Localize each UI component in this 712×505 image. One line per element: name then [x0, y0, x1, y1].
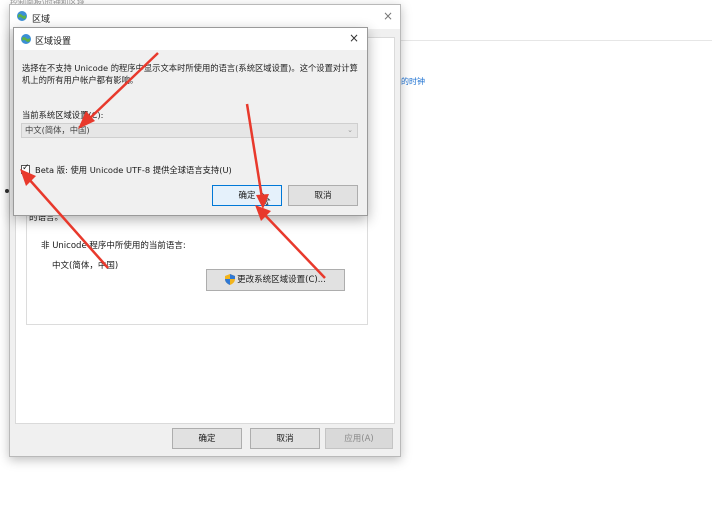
chevron-down-icon: ⌄ [347, 126, 353, 134]
beta-utf8-checkbox[interactable]: ✓ [21, 163, 30, 174]
change-system-locale-label: 更改系统区域设置(C)... [237, 275, 326, 285]
dialog-description: 选择在不支持 Unicode 的程序中显示文本时所使用的语言(系统区域设置)。这… [22, 63, 358, 85]
checkmark-icon: ✓ [22, 163, 30, 173]
cancel-button[interactable]: 取消 [250, 428, 320, 449]
mouse-cursor-icon [261, 192, 271, 206]
beta-utf8-label[interactable]: Beta 版: 使用 Unicode UTF-8 提供全球语言支持(U) [35, 164, 232, 176]
close-icon[interactable]: × [383, 9, 393, 23]
dialog-titlebar: 区域设置 × [14, 28, 367, 50]
globe-region-icon [21, 34, 31, 44]
current-locale-select[interactable]: 中文(简体，中国) ⌄ [21, 123, 358, 138]
dialog-cancel-button[interactable]: 取消 [288, 185, 358, 206]
region-window-title: 区域 [32, 15, 51, 25]
ok-button[interactable]: 确定 [172, 428, 242, 449]
region-settings-dialog: 区域设置 × 选择在不支持 Unicode 的程序中显示文本时所使用的语言(系统… [13, 27, 368, 216]
non-unicode-label: 非 Unicode 程序中所使用的当前语言: [41, 241, 186, 251]
background-divider [400, 40, 712, 41]
close-icon[interactable]: × [349, 31, 359, 45]
region-window-titlebar: 区域 × [10, 5, 400, 29]
apply-button[interactable]: 应用(A) [325, 428, 393, 449]
current-locale-value: 中文(简体，中国) [25, 125, 90, 135]
non-unicode-value: 中文(简体，中国) [52, 261, 119, 271]
dialog-ok-button[interactable]: 确定 [212, 185, 282, 206]
dialog-title: 区域设置 [35, 37, 72, 47]
globe-region-icon [17, 11, 27, 21]
current-locale-label: 当前系统区域设置(C): [22, 110, 104, 120]
background-link[interactable]: 的时钟 [401, 76, 425, 87]
shield-icon [225, 274, 236, 285]
change-system-locale-button[interactable]: 更改系统区域设置(C)... [206, 269, 345, 291]
